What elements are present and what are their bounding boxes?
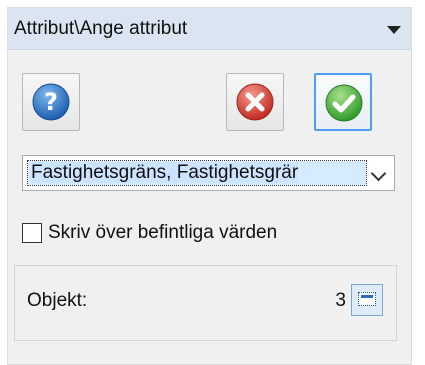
objects-label: Objekt: <box>27 290 88 311</box>
collapse-caret-icon[interactable] <box>387 26 401 34</box>
overwrite-label[interactable]: Skriv över befintliga värden <box>48 222 277 244</box>
cancel-x-icon <box>236 83 274 121</box>
chevron-down-icon[interactable] <box>370 165 387 182</box>
panel-header[interactable]: Attribut\Ange attribut <box>8 8 411 50</box>
select-objects-button[interactable] <box>351 284 383 316</box>
attribute-dropdown[interactable]: Fastighetsgräns, Fastighetsgrär <box>22 155 395 191</box>
selected-attribute-text: Fastighetsgräns, Fastighetsgrär <box>31 162 299 183</box>
select-objects-icon <box>358 292 376 306</box>
ok-button[interactable] <box>314 73 372 131</box>
help-button[interactable]: ? <box>22 73 80 131</box>
overwrite-checkbox[interactable] <box>22 223 42 243</box>
objects-count: 3 <box>335 290 346 311</box>
ok-checkmark-icon <box>325 84 363 122</box>
cancel-button[interactable] <box>226 73 284 131</box>
panel-title: Attribut\Ange attribut <box>14 18 188 39</box>
svg-text:?: ? <box>44 88 58 116</box>
attribute-dropdown-value: Fastighetsgräns, Fastighetsgrär <box>27 160 367 186</box>
objects-group: Objekt: 3 <box>14 265 397 341</box>
help-question-icon: ? <box>32 83 70 121</box>
